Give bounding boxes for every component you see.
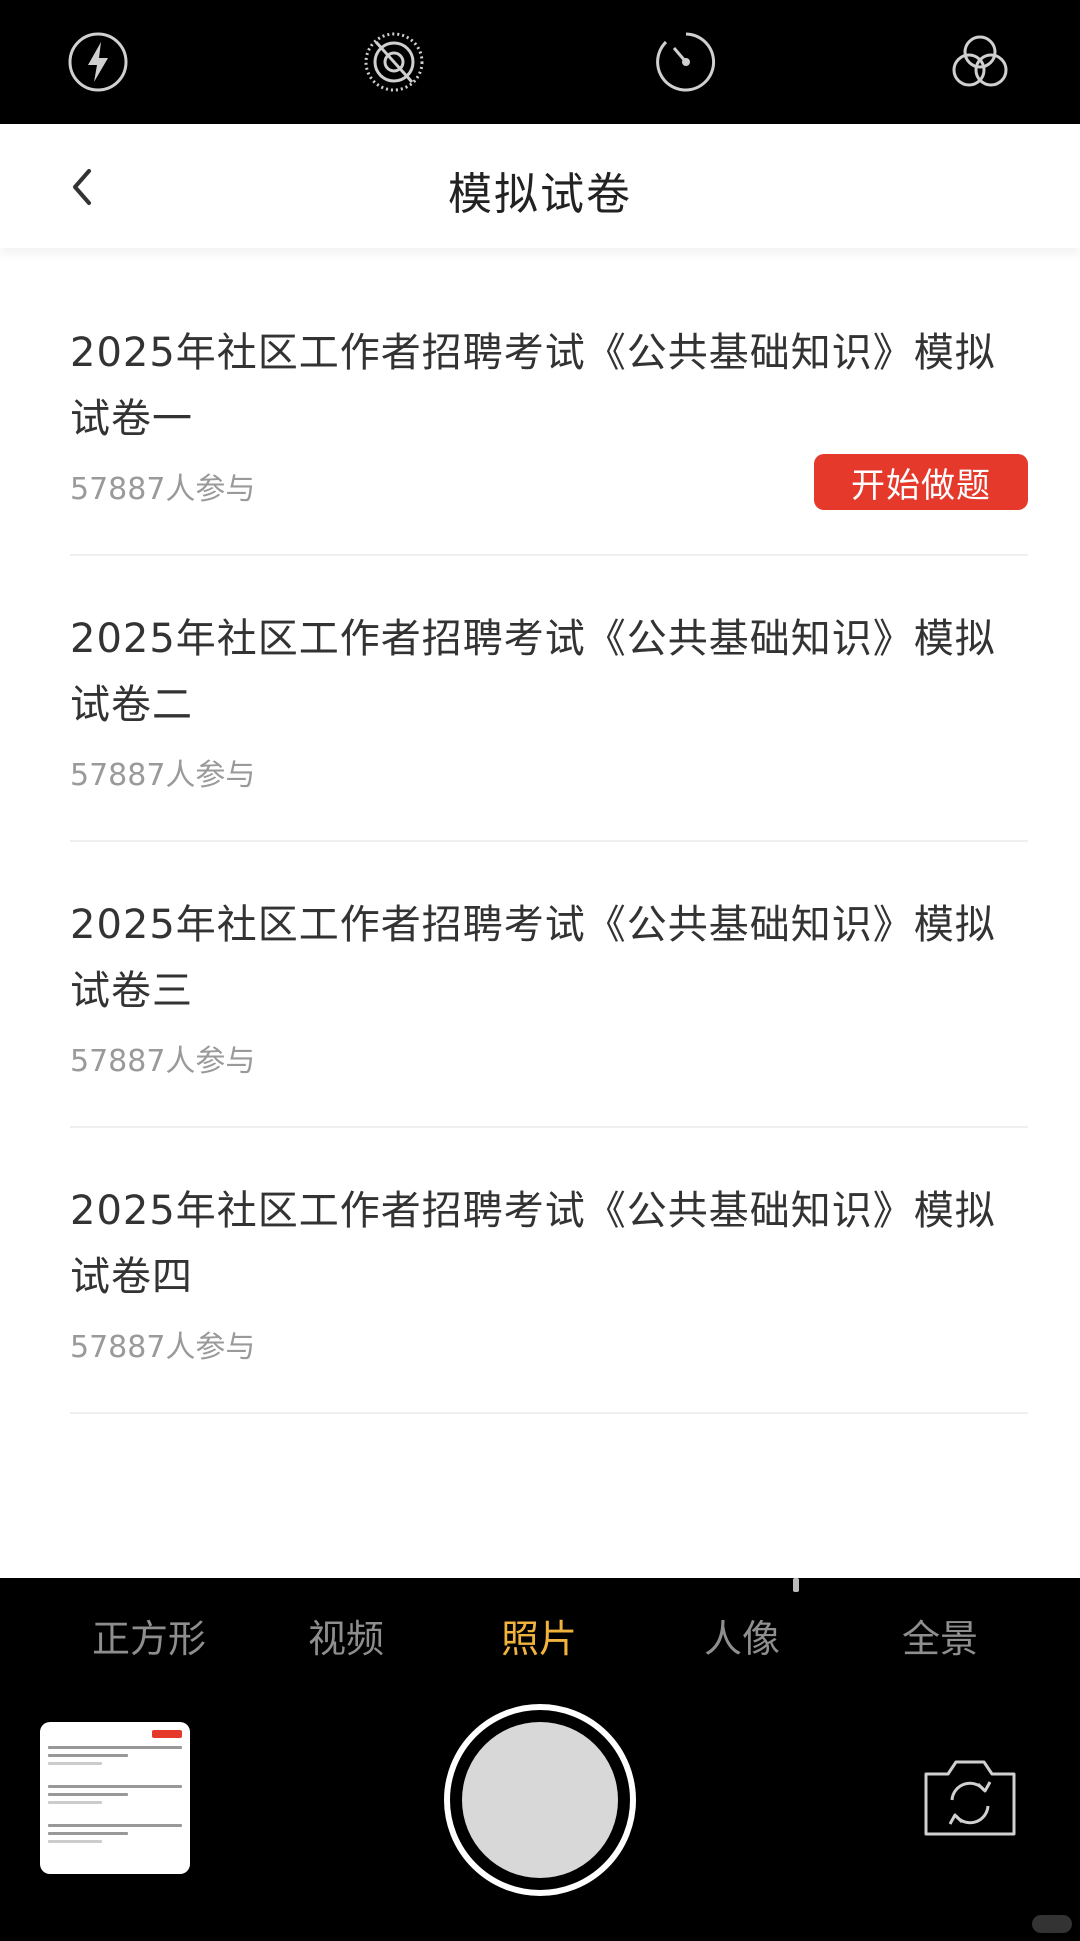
mode-video[interactable]: 视频: [308, 1608, 384, 1663]
exam-title: 2025年社区工作者招聘考试《公共基础知识》模拟试卷三: [70, 902, 996, 1014]
page-title: 模拟试卷: [448, 169, 632, 220]
start-exam-button[interactable]: 开始做题: [814, 454, 1028, 510]
list-item[interactable]: 2025年社区工作者招聘考试《公共基础知识》模拟试卷一 57887人参与 开始做…: [70, 270, 1028, 556]
live-photo-off-icon[interactable]: [360, 28, 428, 96]
mode-square[interactable]: 正方形: [92, 1608, 206, 1663]
exam-title: 2025年社区工作者招聘考试《公共基础知识》模拟试卷四: [70, 1188, 996, 1300]
mode-indicator: [793, 1578, 799, 1592]
participant-count: 57887人参与: [70, 1044, 256, 1079]
participant-count: 57887人参与: [70, 472, 256, 507]
camera-viewfinder: 模拟试卷 2025年社区工作者招聘考试《公共基础知识》模拟试卷一 57887人参…: [0, 124, 1080, 1578]
camera-app: 模拟试卷 2025年社区工作者招聘考试《公共基础知识》模拟试卷一 57887人参…: [0, 0, 1080, 1941]
camera-bottom-controls: 正方形 视频 照片 人像 全景: [0, 1578, 1080, 1941]
mode-portrait[interactable]: 人像: [704, 1608, 780, 1663]
exam-title: 2025年社区工作者招聘考试《公共基础知识》模拟试卷一: [70, 330, 996, 442]
participant-count: 57887人参与: [70, 1330, 256, 1365]
filters-icon[interactable]: [946, 28, 1014, 96]
camera-top-toolbar: [0, 0, 1080, 124]
last-photo-thumbnail[interactable]: [40, 1722, 190, 1874]
watermark-badge: [1032, 1915, 1072, 1933]
list-item[interactable]: 2025年社区工作者招聘考试《公共基础知识》模拟试卷三 57887人参与: [70, 842, 1028, 1128]
shutter-inner: [462, 1722, 618, 1878]
app-header: 模拟试卷: [0, 124, 1080, 248]
mode-photo[interactable]: 照片: [501, 1608, 577, 1663]
timer-icon[interactable]: [652, 28, 720, 96]
shutter-button[interactable]: [444, 1704, 636, 1896]
flash-icon[interactable]: [64, 28, 132, 96]
participant-count: 57887人参与: [70, 758, 256, 793]
camera-mode-selector: 正方形 视频 照片 人像 全景: [0, 1608, 1080, 1668]
list-item[interactable]: 2025年社区工作者招聘考试《公共基础知识》模拟试卷二 57887人参与: [70, 556, 1028, 842]
mode-panorama[interactable]: 全景: [902, 1608, 978, 1663]
thumbnail-badge: [152, 1730, 182, 1738]
list-item[interactable]: 2025年社区工作者招聘考试《公共基础知识》模拟试卷四 57887人参与: [70, 1128, 1028, 1414]
camera-flip-icon[interactable]: [918, 1754, 1022, 1840]
exam-list: 2025年社区工作者招聘考试《公共基础知识》模拟试卷一 57887人参与 开始做…: [0, 270, 1080, 1414]
exam-title: 2025年社区工作者招聘考试《公共基础知识》模拟试卷二: [70, 616, 996, 728]
